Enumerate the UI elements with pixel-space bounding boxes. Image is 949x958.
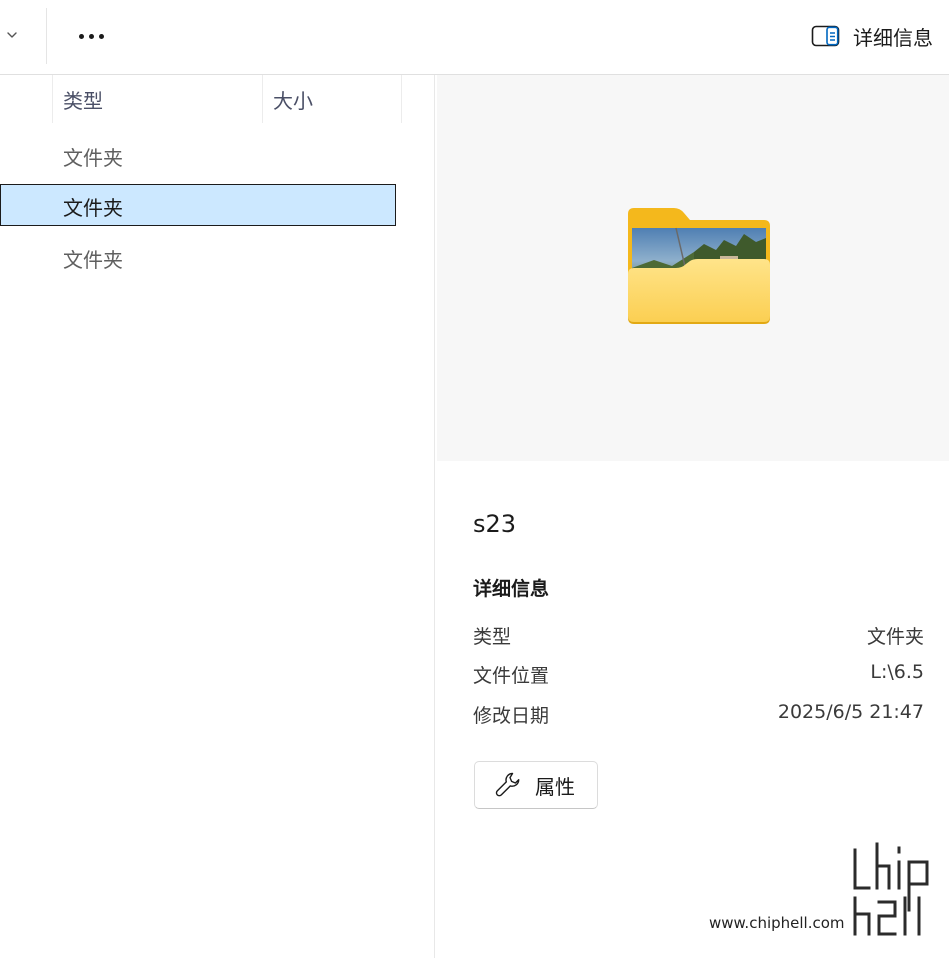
details-pane-icon (811, 25, 840, 47)
column-header-type[interactable]: 类型 (52, 75, 262, 123)
wrench-icon (495, 772, 520, 797)
file-type-cell: 文件夹 (63, 196, 123, 220)
chiphell-logo (851, 840, 931, 938)
more-options-button[interactable] (72, 20, 110, 52)
pane-splitter[interactable] (434, 75, 435, 958)
item-name: s23 (473, 510, 517, 538)
preview-area (437, 75, 949, 461)
property-value: L:\6.5 (870, 661, 924, 683)
property-label: 修改日期 (473, 705, 550, 727)
folder-photo-icon (628, 208, 770, 324)
more-dot (88, 33, 94, 39)
command-bar: 详细信息 (0, 0, 949, 75)
details-pane-button[interactable]: 详细信息 (811, 16, 933, 56)
file-type-cell: 文件夹 (63, 146, 123, 170)
watermark-text: www.chiphell.com (709, 914, 845, 932)
property-label: 类型 (473, 626, 512, 648)
file-row-selected[interactable]: 文件夹 (0, 184, 396, 226)
more-dot (78, 33, 84, 39)
property-value: 文件夹 (866, 626, 924, 648)
details-pane-label: 详细信息 (853, 25, 933, 50)
property-row-modified: 修改日期 2025/6/5 21:47 (473, 701, 924, 729)
file-type-cell: 文件夹 (63, 248, 123, 272)
file-row[interactable]: 文件夹 (0, 236, 396, 278)
file-list: 类型 大小 文件夹 文件夹 文件夹 (0, 75, 434, 958)
property-label: 文件位置 (473, 665, 550, 687)
file-row[interactable]: 文件夹 (0, 134, 396, 176)
chevron-down-icon[interactable] (3, 26, 21, 44)
property-value: 2025/6/5 21:47 (777, 701, 924, 723)
column-header-size[interactable]: 大小 (262, 75, 402, 123)
properties-button-label: 属性 (535, 774, 575, 799)
watermark: www.chiphell.com (709, 840, 937, 940)
toolbar-divider (46, 8, 47, 64)
property-row-type: 类型 文件夹 (473, 622, 924, 650)
details-section-title: 详细信息 (473, 578, 550, 600)
property-row-location: 文件位置 L:\6.5 (473, 661, 924, 689)
properties-button[interactable]: 属性 (474, 761, 598, 809)
more-dot (98, 33, 104, 39)
